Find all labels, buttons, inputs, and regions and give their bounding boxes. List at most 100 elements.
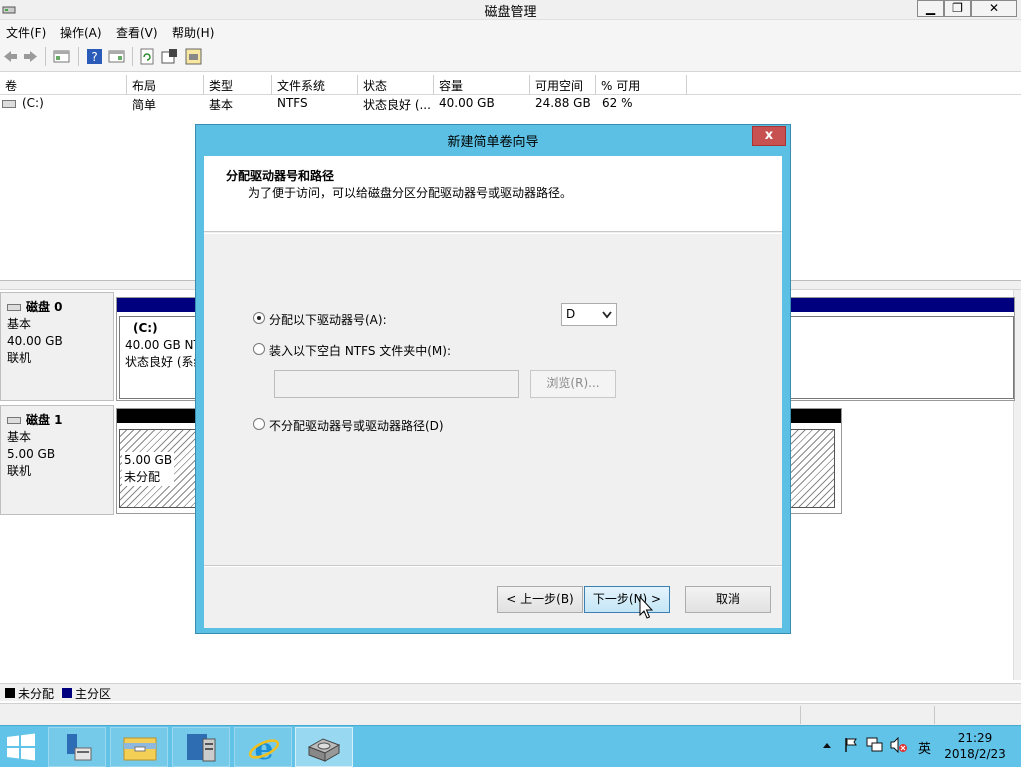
server-manager-icon bbox=[67, 734, 92, 761]
column-header-percent-free[interactable]: % 可用 bbox=[596, 75, 687, 95]
drive-letter-select[interactable]: D bbox=[561, 303, 617, 326]
next-button[interactable]: 下一步(N) > bbox=[584, 586, 670, 613]
disk-status: 联机 bbox=[7, 464, 32, 478]
disk-size: 5.00 GB bbox=[7, 447, 56, 461]
column-header-volume[interactable]: 卷 bbox=[0, 75, 127, 95]
forward-icon[interactable] bbox=[22, 48, 39, 65]
mount-folder-label[interactable]: 装入以下空白 NTFS 文件夹中(M): bbox=[269, 342, 451, 359]
taskbar: e 英 21:29 2018/2/23 bbox=[0, 725, 1021, 767]
unallocated-label: 未分配 bbox=[124, 470, 161, 484]
cell-percent-free: 62 % bbox=[602, 96, 633, 110]
legend-unallocated-swatch bbox=[5, 688, 15, 698]
assign-drive-letter-radio[interactable] bbox=[253, 312, 265, 324]
menu-file[interactable]: 文件(F) bbox=[6, 24, 46, 41]
close-button[interactable]: ✕ bbox=[971, 0, 1017, 17]
dialog-title: 新建简单卷向导 bbox=[447, 135, 539, 150]
cancel-button[interactable]: 取消 bbox=[685, 586, 771, 613]
dialog-close-button[interactable]: x bbox=[752, 126, 786, 146]
disk-status: 联机 bbox=[7, 351, 32, 365]
volume-list-header: 卷 布局 类型 文件系统 状态 容量 可用空间 % 可用 bbox=[0, 75, 1021, 95]
cell-free-space: 24.88 GB bbox=[535, 96, 591, 110]
disk-management-icon[interactable] bbox=[185, 48, 202, 65]
back-button[interactable]: < 上一步(B) bbox=[497, 586, 583, 613]
browse-button[interactable]: 浏览(R)... bbox=[530, 370, 616, 398]
window-title: 磁盘管理 bbox=[484, 5, 537, 20]
menu-action[interactable]: 操作(A) bbox=[60, 24, 102, 41]
help-icon[interactable]: ? bbox=[86, 48, 103, 65]
toolbar-separator bbox=[45, 47, 46, 66]
action-center-flag-icon[interactable] bbox=[843, 737, 859, 753]
cell-type: 基本 bbox=[209, 98, 234, 112]
chevron-down-icon bbox=[602, 311, 612, 319]
cell-volume: (C:) bbox=[22, 96, 44, 110]
column-header-capacity[interactable]: 容量 bbox=[434, 75, 530, 95]
volume-muted-icon[interactable] bbox=[890, 737, 908, 753]
legend: 未分配 主分区 bbox=[0, 683, 1021, 701]
wizard-header: 分配驱动器号和路径 为了便于访问，可以给磁盘分区分配驱动器号或驱动器路径。 bbox=[204, 156, 782, 232]
taskbar-internet-explorer[interactable]: e bbox=[234, 727, 292, 767]
unallocated-size: 5.00 GB bbox=[124, 453, 173, 467]
show-hide-action-pane-icon[interactable] bbox=[108, 48, 125, 65]
disk-name: 磁盘 1 bbox=[26, 413, 63, 427]
powershell-icon bbox=[187, 734, 216, 762]
cell-layout: 简单 bbox=[132, 98, 157, 112]
mouse-cursor-icon bbox=[639, 596, 653, 619]
assign-drive-letter-label[interactable]: 分配以下驱动器号(A): bbox=[269, 311, 387, 328]
column-header-layout[interactable]: 布局 bbox=[127, 75, 204, 95]
toolbar-separator bbox=[78, 47, 79, 66]
disk-1-info[interactable]: 磁盘 1 基本 5.00 GB 联机 bbox=[0, 405, 114, 515]
show-hidden-icons-chevron-icon[interactable] bbox=[822, 741, 832, 749]
disk-icon bbox=[7, 417, 21, 424]
file-explorer-icon bbox=[123, 737, 157, 761]
minimize-button[interactable]: ▁ bbox=[917, 0, 944, 17]
column-header-free-space[interactable]: 可用空间 bbox=[530, 75, 596, 95]
taskbar-powershell[interactable] bbox=[172, 727, 230, 767]
status-bar bbox=[0, 703, 1021, 725]
legend-primary: 主分区 bbox=[75, 687, 112, 701]
menu-bar: 文件(F) 操作(A) 查看(V) 帮助(H) bbox=[0, 20, 1021, 42]
column-header-status[interactable]: 状态 bbox=[358, 75, 434, 95]
cell-filesystem: NTFS bbox=[277, 96, 308, 110]
taskbar-file-explorer[interactable] bbox=[110, 727, 168, 767]
menu-view[interactable]: 查看(V) bbox=[116, 24, 158, 41]
network-icon[interactable] bbox=[866, 737, 884, 753]
windows-start-icon[interactable] bbox=[6, 733, 36, 761]
taskbar-disk-management[interactable] bbox=[295, 727, 353, 767]
show-hide-console-tree-icon[interactable] bbox=[53, 48, 70, 65]
clock-time: 21:29 bbox=[957, 731, 993, 745]
properties-icon[interactable] bbox=[161, 48, 178, 65]
legend-primary-swatch bbox=[62, 688, 72, 698]
clock[interactable]: 21:29 2018/2/23 bbox=[940, 730, 1010, 762]
legend-unallocated: 未分配 bbox=[18, 687, 55, 701]
taskbar-server-manager[interactable] bbox=[48, 727, 106, 767]
disk-0-info[interactable]: 磁盘 0 基本 40.00 GB 联机 bbox=[0, 292, 114, 401]
column-header-filesystem[interactable]: 文件系统 bbox=[272, 75, 358, 95]
toolbar: ? bbox=[0, 42, 1021, 72]
drive-letter-value: D bbox=[566, 307, 576, 321]
wizard-heading: 分配驱动器号和路径 bbox=[226, 169, 335, 183]
disk-type: 基本 bbox=[7, 430, 32, 444]
cell-capacity: 40.00 GB bbox=[439, 96, 495, 110]
refresh-icon[interactable] bbox=[139, 48, 156, 65]
volume-icon bbox=[2, 100, 16, 108]
mount-folder-radio[interactable] bbox=[253, 343, 265, 355]
svg-text:?: ? bbox=[91, 50, 97, 64]
restore-button[interactable]: ❐ bbox=[944, 0, 971, 17]
clock-date: 2018/2/23 bbox=[944, 747, 1006, 761]
folder-path-input[interactable] bbox=[274, 370, 519, 398]
no-drive-letter-label[interactable]: 不分配驱动器号或驱动器路径(D) bbox=[269, 417, 444, 434]
back-icon[interactable] bbox=[2, 48, 19, 65]
toolbar-separator bbox=[132, 47, 133, 66]
disk-icon bbox=[7, 304, 21, 311]
disk-name: 磁盘 0 bbox=[26, 300, 63, 314]
disk-size: 40.00 GB bbox=[7, 334, 63, 348]
internet-explorer-icon: e bbox=[248, 732, 280, 764]
input-method-indicator[interactable]: 英 bbox=[918, 738, 931, 757]
cell-status: 状态良好 (... bbox=[363, 98, 431, 112]
column-header-type[interactable]: 类型 bbox=[204, 75, 272, 95]
window-title-bar: 磁盘管理 ▁ ❐ ✕ bbox=[0, 0, 1021, 20]
no-drive-letter-radio[interactable] bbox=[253, 418, 265, 430]
disk-type: 基本 bbox=[7, 317, 32, 331]
menu-help[interactable]: 帮助(H) bbox=[172, 24, 214, 41]
wizard-subheading: 为了便于访问，可以给磁盘分区分配驱动器号或驱动器路径。 bbox=[248, 186, 573, 200]
